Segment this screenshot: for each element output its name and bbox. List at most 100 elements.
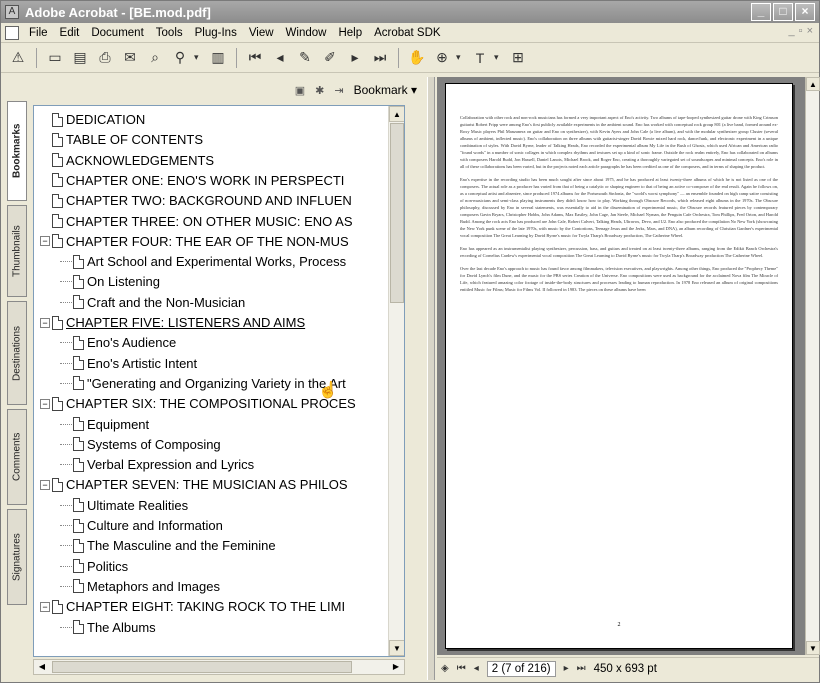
delete-bookmark-icon[interactable]: ✱ xyxy=(315,84,324,97)
menu-view[interactable]: View xyxy=(243,27,280,39)
first-page-icon[interactable]: ⏮ xyxy=(244,47,266,69)
zoom-icon[interactable]: ⊕ xyxy=(431,47,453,69)
document-icon[interactable] xyxy=(5,25,19,40)
bookmark-item[interactable]: CHAPTER ONE: ENO'S WORK IN PERSPECTI xyxy=(40,171,344,190)
bookmark-item[interactable]: CHAPTER TWO: BACKGROUND AND INFLUEN xyxy=(40,191,352,210)
menu-tools[interactable]: Tools xyxy=(150,27,189,39)
bookmark-subitem[interactable]: Craft and the Non-Musician xyxy=(60,293,245,312)
acrobat-icon[interactable]: ⚠ xyxy=(7,47,29,69)
scroll-left-arrow-icon[interactable]: ◀ xyxy=(34,660,50,674)
tab-comments[interactable]: Comments xyxy=(7,409,27,505)
tab-bookmarks[interactable]: Bookmarks xyxy=(7,101,27,201)
open-icon[interactable]: ▭ xyxy=(44,47,66,69)
bookmark-vertical-scrollbar[interactable]: ▲ ▼ xyxy=(388,106,404,656)
bookmark-item[interactable]: − CHAPTER SIX: THE COMPOSITIONAL PROCES xyxy=(40,394,356,413)
scroll-down-arrow-icon[interactable]: ▼ xyxy=(806,641,820,655)
highlight-icon[interactable]: ✐ xyxy=(319,47,341,69)
chevron-down-icon[interactable]: ▾ xyxy=(494,52,504,63)
chevron-down-icon[interactable]: ▾ xyxy=(456,52,466,63)
bookmark-subitem[interactable]: Metaphors and Images xyxy=(60,577,220,596)
scroll-up-arrow-icon[interactable]: ▲ xyxy=(389,106,404,122)
document-view[interactable]: Collaboration with other rock and non-ro… xyxy=(437,77,805,655)
email-icon[interactable]: ✉ xyxy=(119,47,141,69)
menu-window[interactable]: Window xyxy=(280,27,333,39)
save-icon[interactable]: ▤ xyxy=(69,47,91,69)
tab-thumbnails[interactable]: Thumbnails xyxy=(7,205,27,297)
bookmark-item[interactable]: CHAPTER THREE: ON OTHER MUSIC: ENO AS xyxy=(40,212,353,231)
collapse-toggle-icon[interactable]: − xyxy=(40,479,50,490)
tab-signatures[interactable]: Signatures xyxy=(7,509,27,605)
last-page-icon[interactable]: ⏭ xyxy=(369,47,391,69)
menu-edit[interactable]: Edit xyxy=(54,27,86,39)
bookmark-subitem[interactable]: Verbal Expression and Lyrics xyxy=(60,455,254,474)
title-bar: A Adobe Acrobat - [BE.mod.pdf] _ □ × xyxy=(1,1,819,23)
bookmark-subitem[interactable]: The Albums xyxy=(60,618,156,637)
bookmark-subitem[interactable]: The Masculine and the Feminine xyxy=(60,536,276,555)
bookmark-menu-button[interactable]: Bookmark ▾ xyxy=(354,83,417,97)
next-page-icon[interactable]: ▸ xyxy=(564,663,569,674)
text-select-icon[interactable]: T xyxy=(469,47,491,69)
bookmark-horizontal-scrollbar[interactable]: ◀ ▶ xyxy=(33,659,405,675)
first-page-icon[interactable]: ⏮ xyxy=(457,663,466,674)
new-bookmark-icon[interactable]: ▣ xyxy=(295,84,305,97)
scroll-up-arrow-icon[interactable]: ▲ xyxy=(806,77,820,91)
prev-page-icon[interactable]: ◂ xyxy=(474,663,479,674)
menu-file[interactable]: File xyxy=(23,27,54,39)
document-vertical-scrollbar[interactable]: ▲ ▼ xyxy=(805,77,820,655)
collapse-toggle-icon[interactable]: − xyxy=(40,236,50,247)
bookmark-item[interactable]: − CHAPTER SEVEN: THE MUSICIAN AS PHILOS xyxy=(40,475,348,494)
doc-minimize-button[interactable]: _ xyxy=(789,25,795,37)
menu-help[interactable]: Help xyxy=(332,27,368,39)
close-button[interactable]: × xyxy=(795,3,815,21)
show-navigation-pane-icon[interactable]: ▥ xyxy=(207,47,229,69)
bookmark-item[interactable]: TABLE OF CONTENTS xyxy=(40,130,203,149)
bookmark-label: CHAPTER TWO: BACKGROUND AND INFLUEN xyxy=(66,193,352,209)
scroll-right-arrow-icon[interactable]: ▶ xyxy=(388,660,404,674)
menu-plugins[interactable]: Plug-Ins xyxy=(189,27,243,39)
menu-acrobat-sdk[interactable]: Acrobat SDK xyxy=(368,27,446,39)
bookmark-subitem[interactable]: Eno's Artistic Intent xyxy=(60,354,197,373)
collapse-toggle-icon[interactable]: − xyxy=(40,398,50,409)
bookmark-item[interactable]: − CHAPTER EIGHT: TAKING ROCK TO THE LIMI xyxy=(40,597,345,616)
minimize-button[interactable]: _ xyxy=(751,3,771,21)
maximize-button[interactable]: □ xyxy=(773,3,793,21)
bookmark-subitem[interactable]: Art School and Experimental Works, Proce… xyxy=(60,252,346,271)
bookmark-subitem[interactable]: Equipment xyxy=(60,415,149,434)
chevron-down-icon[interactable]: ▾ xyxy=(194,52,204,63)
next-page-icon[interactable]: ▸ xyxy=(344,47,366,69)
bookmark-item[interactable]: − CHAPTER FIVE: LISTENERS AND AIMS xyxy=(40,313,305,332)
find-icon[interactable]: ⌕ xyxy=(144,47,166,69)
hand-tool-icon[interactable]: ✋ xyxy=(406,47,428,69)
collapse-toggle-icon[interactable]: − xyxy=(40,601,50,612)
pen-icon[interactable]: ✎ xyxy=(294,47,316,69)
search-icon[interactable]: ⚲ xyxy=(169,47,191,69)
scroll-thumb[interactable] xyxy=(390,123,404,303)
page-layout-icon[interactable]: ◈ xyxy=(441,663,449,674)
last-page-icon[interactable]: ⏭ xyxy=(577,663,586,674)
scroll-thumb[interactable] xyxy=(52,661,352,673)
pane-splitter[interactable] xyxy=(427,77,435,680)
bookmark-subitem[interactable]: "Generating and Organizing Variety in th… xyxy=(60,374,346,393)
bookmark-page-icon xyxy=(52,315,63,330)
page-number-field[interactable]: 2 (7 of 216) xyxy=(486,660,556,677)
graphics-select-icon[interactable]: ⊞ xyxy=(507,47,529,69)
bookmark-subitem[interactable]: On Listening xyxy=(60,272,160,291)
bookmark-subitem[interactable]: Politics xyxy=(60,557,128,576)
prev-page-icon[interactable]: ◂ xyxy=(269,47,291,69)
doc-close-button[interactable]: × xyxy=(807,25,813,37)
bookmark-item[interactable]: DEDICATION xyxy=(40,110,145,129)
bookmark-subitem[interactable]: Systems of Composing xyxy=(60,435,221,454)
tab-destinations[interactable]: Destinations xyxy=(7,301,27,405)
bookmark-subitem[interactable]: Ultimate Realities xyxy=(60,496,188,515)
bookmark-item[interactable]: ACKNOWLEDGEMENTS xyxy=(40,151,214,170)
bookmark-subitem[interactable]: Culture and Information xyxy=(60,516,223,535)
scroll-down-arrow-icon[interactable]: ▼ xyxy=(389,640,404,656)
menu-document[interactable]: Document xyxy=(85,27,149,39)
bookmark-tree[interactable]: The Albums − CHAPTER EIGHT: TAKING ROCK TO… xyxy=(33,105,405,657)
bookmark-subitem[interactable]: Eno's Audience xyxy=(60,333,176,352)
bookmark-options-icon[interactable]: ⇥ xyxy=(334,84,343,97)
collapse-toggle-icon[interactable]: − xyxy=(40,317,50,328)
print-icon[interactable]: ⎙ xyxy=(94,47,116,69)
bookmark-item[interactable]: − CHAPTER FOUR: THE EAR OF THE NON-MUS xyxy=(40,232,349,251)
doc-restore-button[interactable]: ▫ xyxy=(799,25,803,37)
